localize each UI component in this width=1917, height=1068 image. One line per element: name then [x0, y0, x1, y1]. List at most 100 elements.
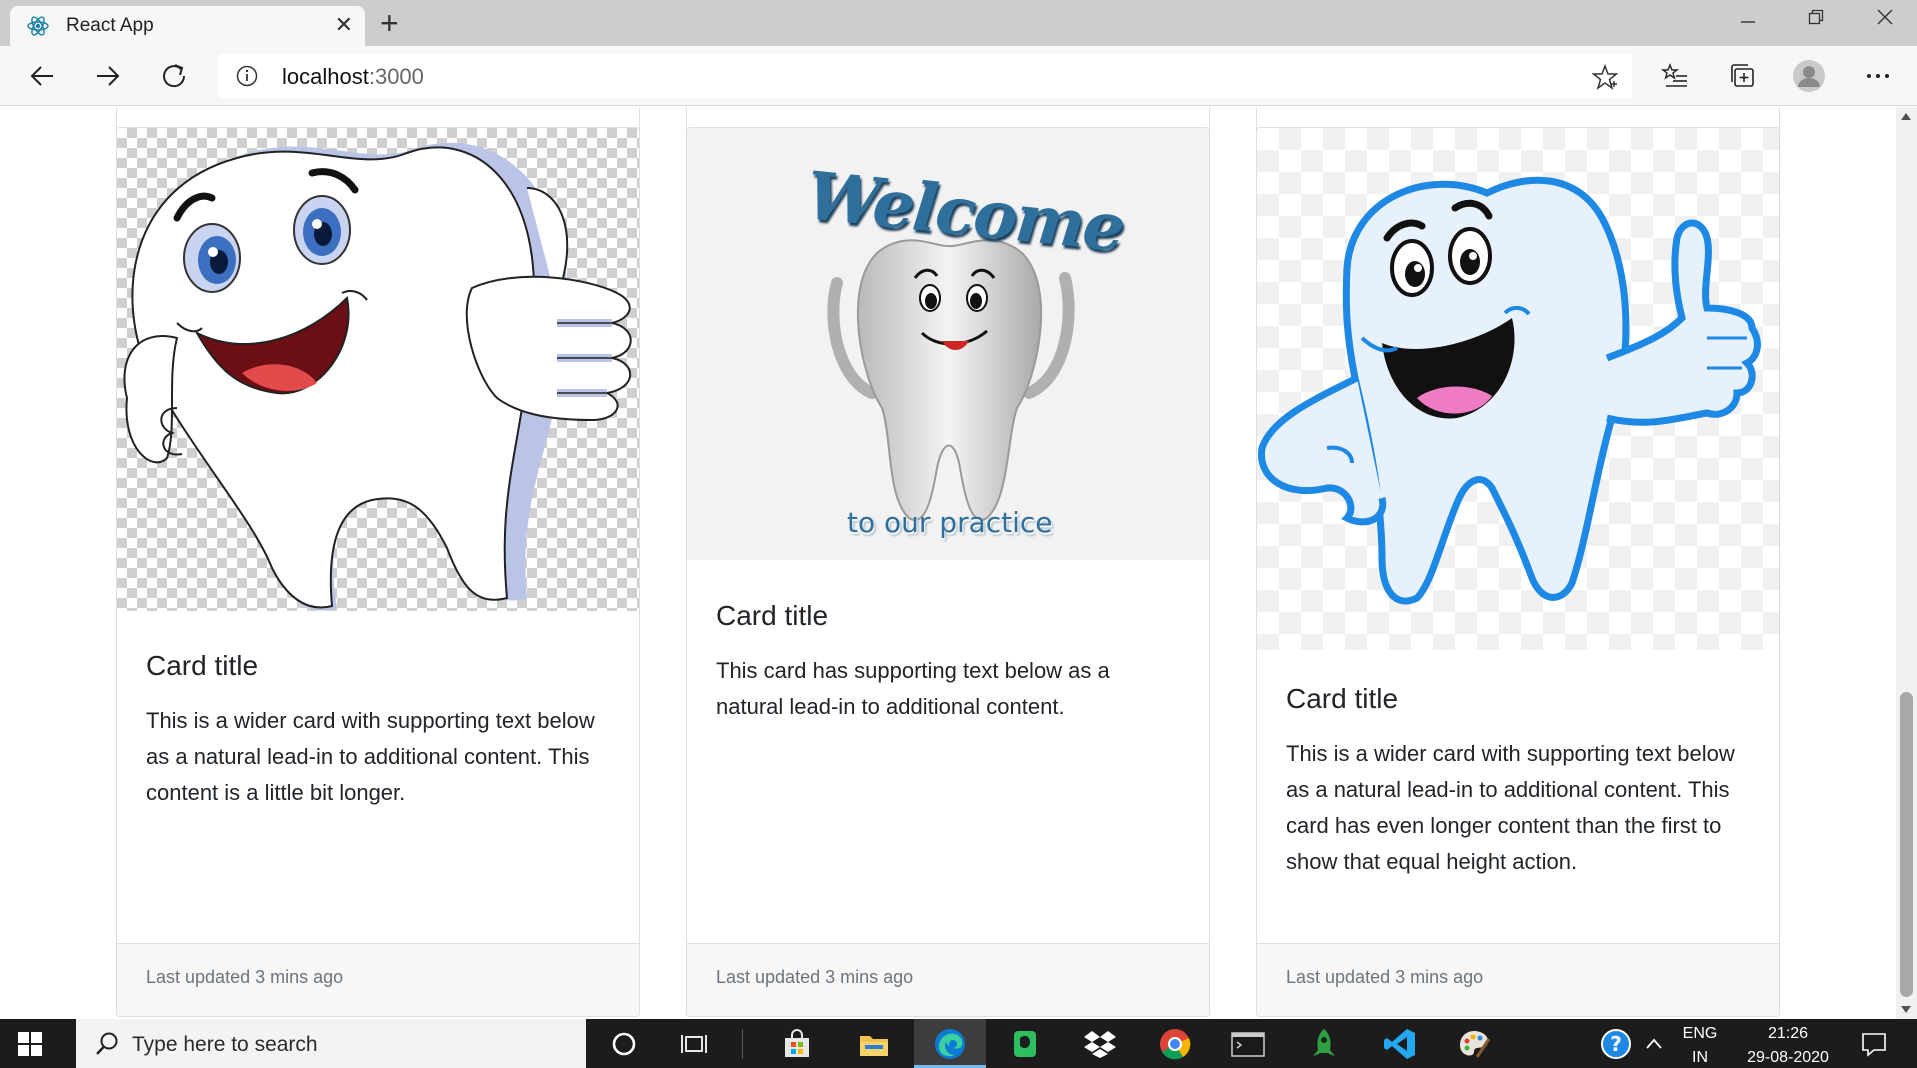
window-close-icon[interactable]: [1877, 9, 1893, 25]
paint-button[interactable]: [1456, 1026, 1492, 1062]
card-title: Card title: [1286, 683, 1399, 714]
forward-arrow-icon: [97, 66, 120, 86]
dropbox-icon: [1084, 1031, 1116, 1058]
refresh-icon: [163, 64, 186, 88]
clock-time: 21:26: [1767, 1025, 1809, 1042]
card-footer: Last updated 3 mins ago: [1257, 943, 1779, 1016]
card: Welcome to our practice Card title This …: [686, 127, 1210, 1017]
edge-button[interactable]: [932, 1026, 968, 1062]
welcome-subheading: to our practice: [847, 506, 1053, 539]
svg-text:?: ?: [1610, 1032, 1622, 1056]
region-code: IN: [1692, 1049, 1708, 1066]
collections-button[interactable]: [1724, 58, 1760, 94]
edge-browser-icon: [935, 1029, 965, 1059]
address-bar[interactable]: localhost:3000: [218, 54, 1632, 98]
react-logo-icon: [27, 16, 49, 36]
cortana-circle-icon: [612, 1032, 636, 1056]
favorites-button[interactable]: [1657, 58, 1693, 94]
terminal-icon: [1231, 1032, 1265, 1057]
task-view-icon: [681, 1035, 707, 1053]
dropbox-button[interactable]: [1082, 1026, 1118, 1062]
card-image: [1257, 128, 1779, 650]
last-updated-text: Last updated 3 mins ago: [146, 967, 344, 987]
last-updated-text: Last updated 3 mins ago: [1286, 967, 1484, 987]
profile-button[interactable]: [1791, 58, 1827, 94]
more-dots-icon: [1867, 74, 1889, 78]
forward-button[interactable]: [90, 58, 126, 94]
scroll-up-arrow-icon[interactable]: [1901, 113, 1911, 120]
favorites-list-icon: [1661, 63, 1687, 87]
evernote-button[interactable]: [1007, 1026, 1043, 1062]
windows-start-icon[interactable]: [18, 1032, 42, 1056]
help-button[interactable]: ?: [1598, 1026, 1634, 1062]
back-button[interactable]: [24, 58, 60, 94]
windows-taskbar: Type here to search ? ENG IN 21:26 29-08…: [0, 1019, 1917, 1068]
browser-titlebar: React App ✕ +: [0, 0, 1917, 46]
card-body: Card title This is a wider card with sup…: [117, 649, 639, 811]
card: Card title This is a wider card with sup…: [1256, 127, 1780, 1017]
taskbar-divider: [742, 1029, 743, 1059]
file-explorer-button[interactable]: [856, 1026, 892, 1062]
favorite-star-icon[interactable]: [1592, 64, 1618, 90]
card-image: [117, 128, 639, 611]
language-indicator[interactable]: ENG IN: [1680, 1025, 1720, 1067]
browser-toolbar: localhost:3000: [0, 46, 1917, 106]
taskbar-search-box[interactable]: Type here to search: [76, 1019, 586, 1068]
evernote-icon: [1014, 1031, 1036, 1057]
url-text[interactable]: localhost:3000: [282, 64, 424, 90]
card-image: Welcome to our practice: [687, 128, 1209, 560]
paint-palette-icon: [1460, 1031, 1491, 1058]
clock[interactable]: 21:26 29-08-2020: [1740, 1025, 1836, 1067]
show-hidden-icons-button[interactable]: [1636, 1026, 1672, 1062]
page-viewport: Card title This is a wider card with sup…: [0, 107, 1896, 1019]
terminal-button[interactable]: [1230, 1026, 1266, 1062]
tab-close-icon[interactable]: ✕: [335, 12, 353, 38]
card-footer: Last updated 3 mins ago: [117, 943, 639, 1016]
back-arrow-icon: [30, 66, 53, 86]
vscode-icon: [1384, 1029, 1415, 1059]
refresh-button[interactable]: [156, 58, 192, 94]
last-updated-text: Last updated 3 mins ago: [716, 967, 914, 987]
chrome-icon: [1160, 1029, 1191, 1060]
card: Card title This is a wider card with sup…: [116, 127, 640, 1017]
cortana-button[interactable]: [606, 1026, 642, 1062]
url-host: localhost: [282, 64, 369, 89]
restore-icon[interactable]: [1808, 9, 1824, 25]
scrollbar-thumb[interactable]: [1900, 692, 1913, 997]
card-body: Card title This card has supporting text…: [687, 599, 1209, 725]
card-footer: Last updated 3 mins ago: [687, 943, 1209, 1016]
url-port: :3000: [368, 64, 424, 89]
rocket-icon: [1313, 1029, 1335, 1056]
search-icon: [96, 1032, 118, 1055]
chrome-button[interactable]: [1157, 1026, 1193, 1062]
rocket-app-button[interactable]: [1306, 1026, 1342, 1062]
thumbs-up-tooth-icon: [123, 142, 632, 611]
scroll-down-arrow-icon[interactable]: [1901, 1006, 1911, 1013]
vertical-scrollbar[interactable]: [1896, 107, 1917, 1019]
task-view-button[interactable]: [676, 1026, 712, 1062]
settings-menu-button[interactable]: [1860, 58, 1896, 94]
tab-title: React App: [66, 15, 154, 36]
card-body: Card title This is a wider card with sup…: [1257, 682, 1779, 880]
chevron-up-icon: [1646, 1038, 1662, 1049]
microsoft-store-button[interactable]: [779, 1026, 815, 1062]
card-title: Card title: [716, 600, 829, 631]
card-title: Card title: [146, 650, 259, 681]
clock-date: 29-08-2020: [1747, 1049, 1829, 1066]
card-text: This card has supporting text below as a…: [716, 658, 1110, 719]
blue-thumbs-up-tooth-icon: [1257, 176, 1761, 605]
store-bag-icon: [785, 1029, 809, 1057]
card-text: This is a wider card with supporting tex…: [146, 708, 595, 805]
search-placeholder: Type here to search: [132, 1033, 318, 1056]
browser-tab[interactable]: React App ✕: [10, 6, 365, 46]
minimize-icon[interactable]: [1740, 14, 1756, 30]
card-text: This is a wider card with supporting tex…: [1286, 741, 1735, 874]
action-center-button[interactable]: [1856, 1026, 1892, 1062]
collections-icon: [1731, 64, 1754, 87]
new-tab-button[interactable]: +: [380, 6, 399, 40]
vscode-button[interactable]: [1382, 1026, 1418, 1062]
notification-icon: [1862, 1033, 1886, 1057]
info-icon[interactable]: [236, 65, 258, 87]
avatar-icon: [1793, 60, 1825, 92]
help-question-icon: ?: [1601, 1029, 1631, 1059]
